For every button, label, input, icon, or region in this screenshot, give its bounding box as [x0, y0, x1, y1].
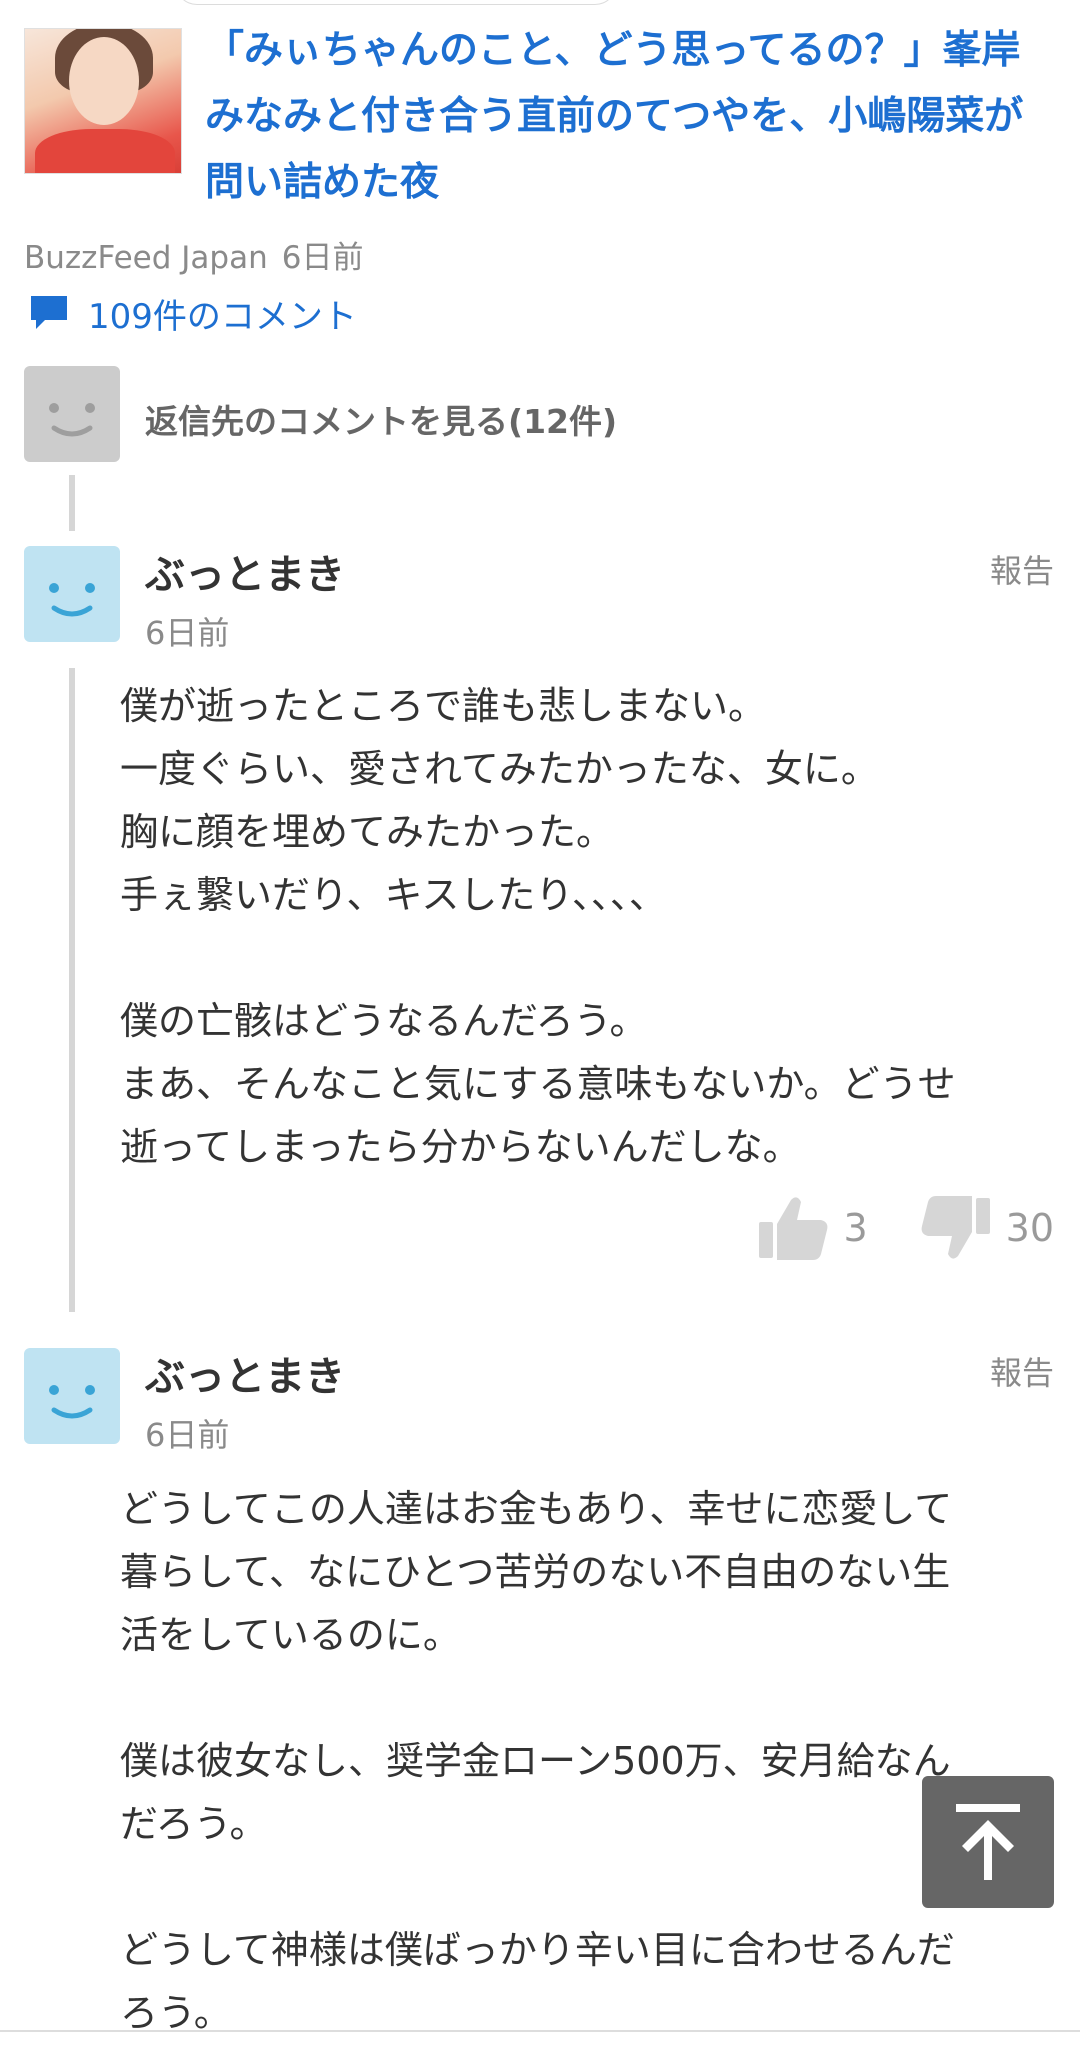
comment-line: 暮らして、なにひとつ苦労のない不自由のない生	[120, 1550, 951, 1594]
like-count: 3	[843, 1206, 868, 1250]
article-meta: BuzzFeed Japan 6日前	[24, 232, 363, 277]
comment-line: 僕の亡骸はどうなるんだろう。	[120, 999, 648, 1043]
pull-handle	[175, 0, 617, 5]
comment-username[interactable]: ぶっとまき	[145, 542, 345, 600]
article-time: 6日前	[281, 240, 364, 276]
article-thumbnail[interactable]	[24, 28, 182, 174]
report-button[interactable]: 報告	[990, 1348, 1054, 1394]
vote-bar: 3 30	[755, 1190, 1054, 1266]
comment-body: どうしてこの人達はお金もあり、幸せに恋愛して 暮らして、なにひとつ苦労のない不自…	[120, 1478, 1056, 2045]
report-button[interactable]: 報告	[990, 546, 1054, 592]
speech-bubble-icon	[31, 296, 67, 329]
comment-line: 僕は彼女なし、奨学金ローン500万、安月給なん	[120, 1739, 951, 1783]
article-source: BuzzFeed Japan	[24, 240, 268, 276]
comment-line: 一度ぐらい、愛されてみたかったな、女に。	[120, 747, 879, 791]
comment-timestamp: 6日前	[145, 614, 230, 652]
thread-connector	[69, 668, 75, 1312]
blue-smiley-avatar	[24, 546, 120, 642]
comment-line: まあ、そんなこと気にする意味もないか。どうせ	[120, 1062, 956, 1106]
comment-body: 僕が逝ったところで誰も悲しまない。 一度ぐらい、愛されてみたかったな、女に。 胸…	[120, 675, 1056, 1179]
arrow-up-to-line-icon	[956, 1804, 1020, 1880]
comment-timestamp: 6日前	[145, 1416, 230, 1454]
view-parent-comments-link[interactable]: 返信先のコメントを見る(12件)	[145, 395, 617, 443]
bottom-divider	[0, 2030, 1080, 2032]
comment-line: 胸に顔を埋めてみたかった。	[120, 810, 615, 854]
thumbs-up-icon	[759, 1197, 828, 1260]
comment-username[interactable]: ぶっとまき	[145, 1344, 345, 1402]
comment-blank-line	[120, 1856, 1056, 1919]
blue-smiley-avatar	[24, 1348, 120, 1444]
comment-line: だろう。	[120, 1802, 268, 1846]
dislike-button[interactable]: 30	[918, 1190, 1054, 1266]
comment-line: 手ぇ繋いだり、キスしたり、、、、	[120, 873, 667, 917]
article-title[interactable]: 「みぃちゃんのこと、どう思ってるの？」峯岸みなみと付き合う直前のてつやを、小嶋陽…	[205, 18, 1057, 216]
comment-line: 僕が逝ったところで誰も悲しまない。	[120, 684, 767, 728]
like-button[interactable]: 3	[755, 1190, 868, 1266]
thread-connector	[69, 475, 75, 531]
comment-line: どうしてこの人達はお金もあり、幸せに恋愛して	[120, 1487, 953, 1531]
comments-link[interactable]: 109件のコメント	[28, 290, 357, 337]
comment-blank-line	[120, 927, 1056, 990]
comment-blank-line	[120, 1667, 1056, 1730]
comment-line: 活をしているのに。	[120, 1613, 461, 1657]
comment-line: 逝ってしまったら分からないんだしな。	[120, 1125, 801, 1169]
comment-line: ろう。	[120, 1991, 232, 2035]
comment-count: 109件のコメント	[88, 296, 357, 337]
thumbs-down-icon	[921, 1196, 990, 1259]
comment-line: どうして神様は僕ばっかり辛い目に合わせるんだ	[120, 1928, 955, 1972]
gray-smiley-avatar	[24, 366, 120, 462]
back-to-top-button[interactable]	[922, 1776, 1054, 1908]
dislike-count: 30	[1005, 1206, 1054, 1250]
